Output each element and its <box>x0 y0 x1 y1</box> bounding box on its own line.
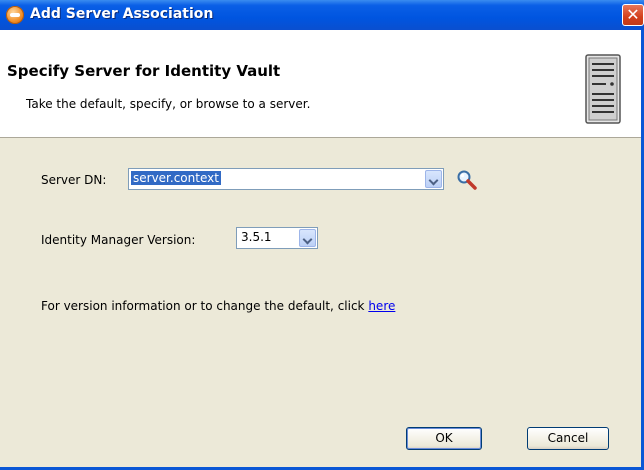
header-banner: Specify Server for Identity Vault Take t… <box>0 30 641 138</box>
dialog-window: Add Server Association ✕ Specify Server … <box>0 0 644 470</box>
title-bar[interactable]: Add Server Association ✕ <box>0 0 644 30</box>
ok-button[interactable]: OK <box>406 427 482 450</box>
server-icon <box>585 54 621 124</box>
version-combo[interactable]: 3.5.1 <box>236 227 318 249</box>
server-dn-value[interactable]: server.context <box>131 171 221 185</box>
version-value: 3.5.1 <box>241 230 272 244</box>
page-description: Take the default, specify, or browse to … <box>26 97 311 111</box>
server-dn-combo[interactable]: server.context <box>128 168 444 190</box>
chevron-down-icon[interactable] <box>299 229 316 247</box>
close-button[interactable]: ✕ <box>622 4 644 26</box>
close-icon: ✕ <box>626 5 640 24</box>
cancel-button[interactable]: Cancel <box>527 427 609 450</box>
server-dn-label: Server DN: <box>41 173 107 187</box>
window-title: Add Server Association <box>30 6 214 22</box>
version-info-text: For version information or to change the… <box>41 299 395 313</box>
info-text: For version information or to change the… <box>41 299 369 313</box>
page-title: Specify Server for Identity Vault <box>7 62 281 80</box>
search-icon[interactable] <box>456 169 478 191</box>
here-link[interactable]: here <box>368 299 395 313</box>
dialog-body: Specify Server for Identity Vault Take t… <box>0 30 644 470</box>
app-icon <box>6 6 24 24</box>
version-label: Identity Manager Version: <box>41 233 196 247</box>
chevron-down-icon[interactable] <box>425 170 442 188</box>
